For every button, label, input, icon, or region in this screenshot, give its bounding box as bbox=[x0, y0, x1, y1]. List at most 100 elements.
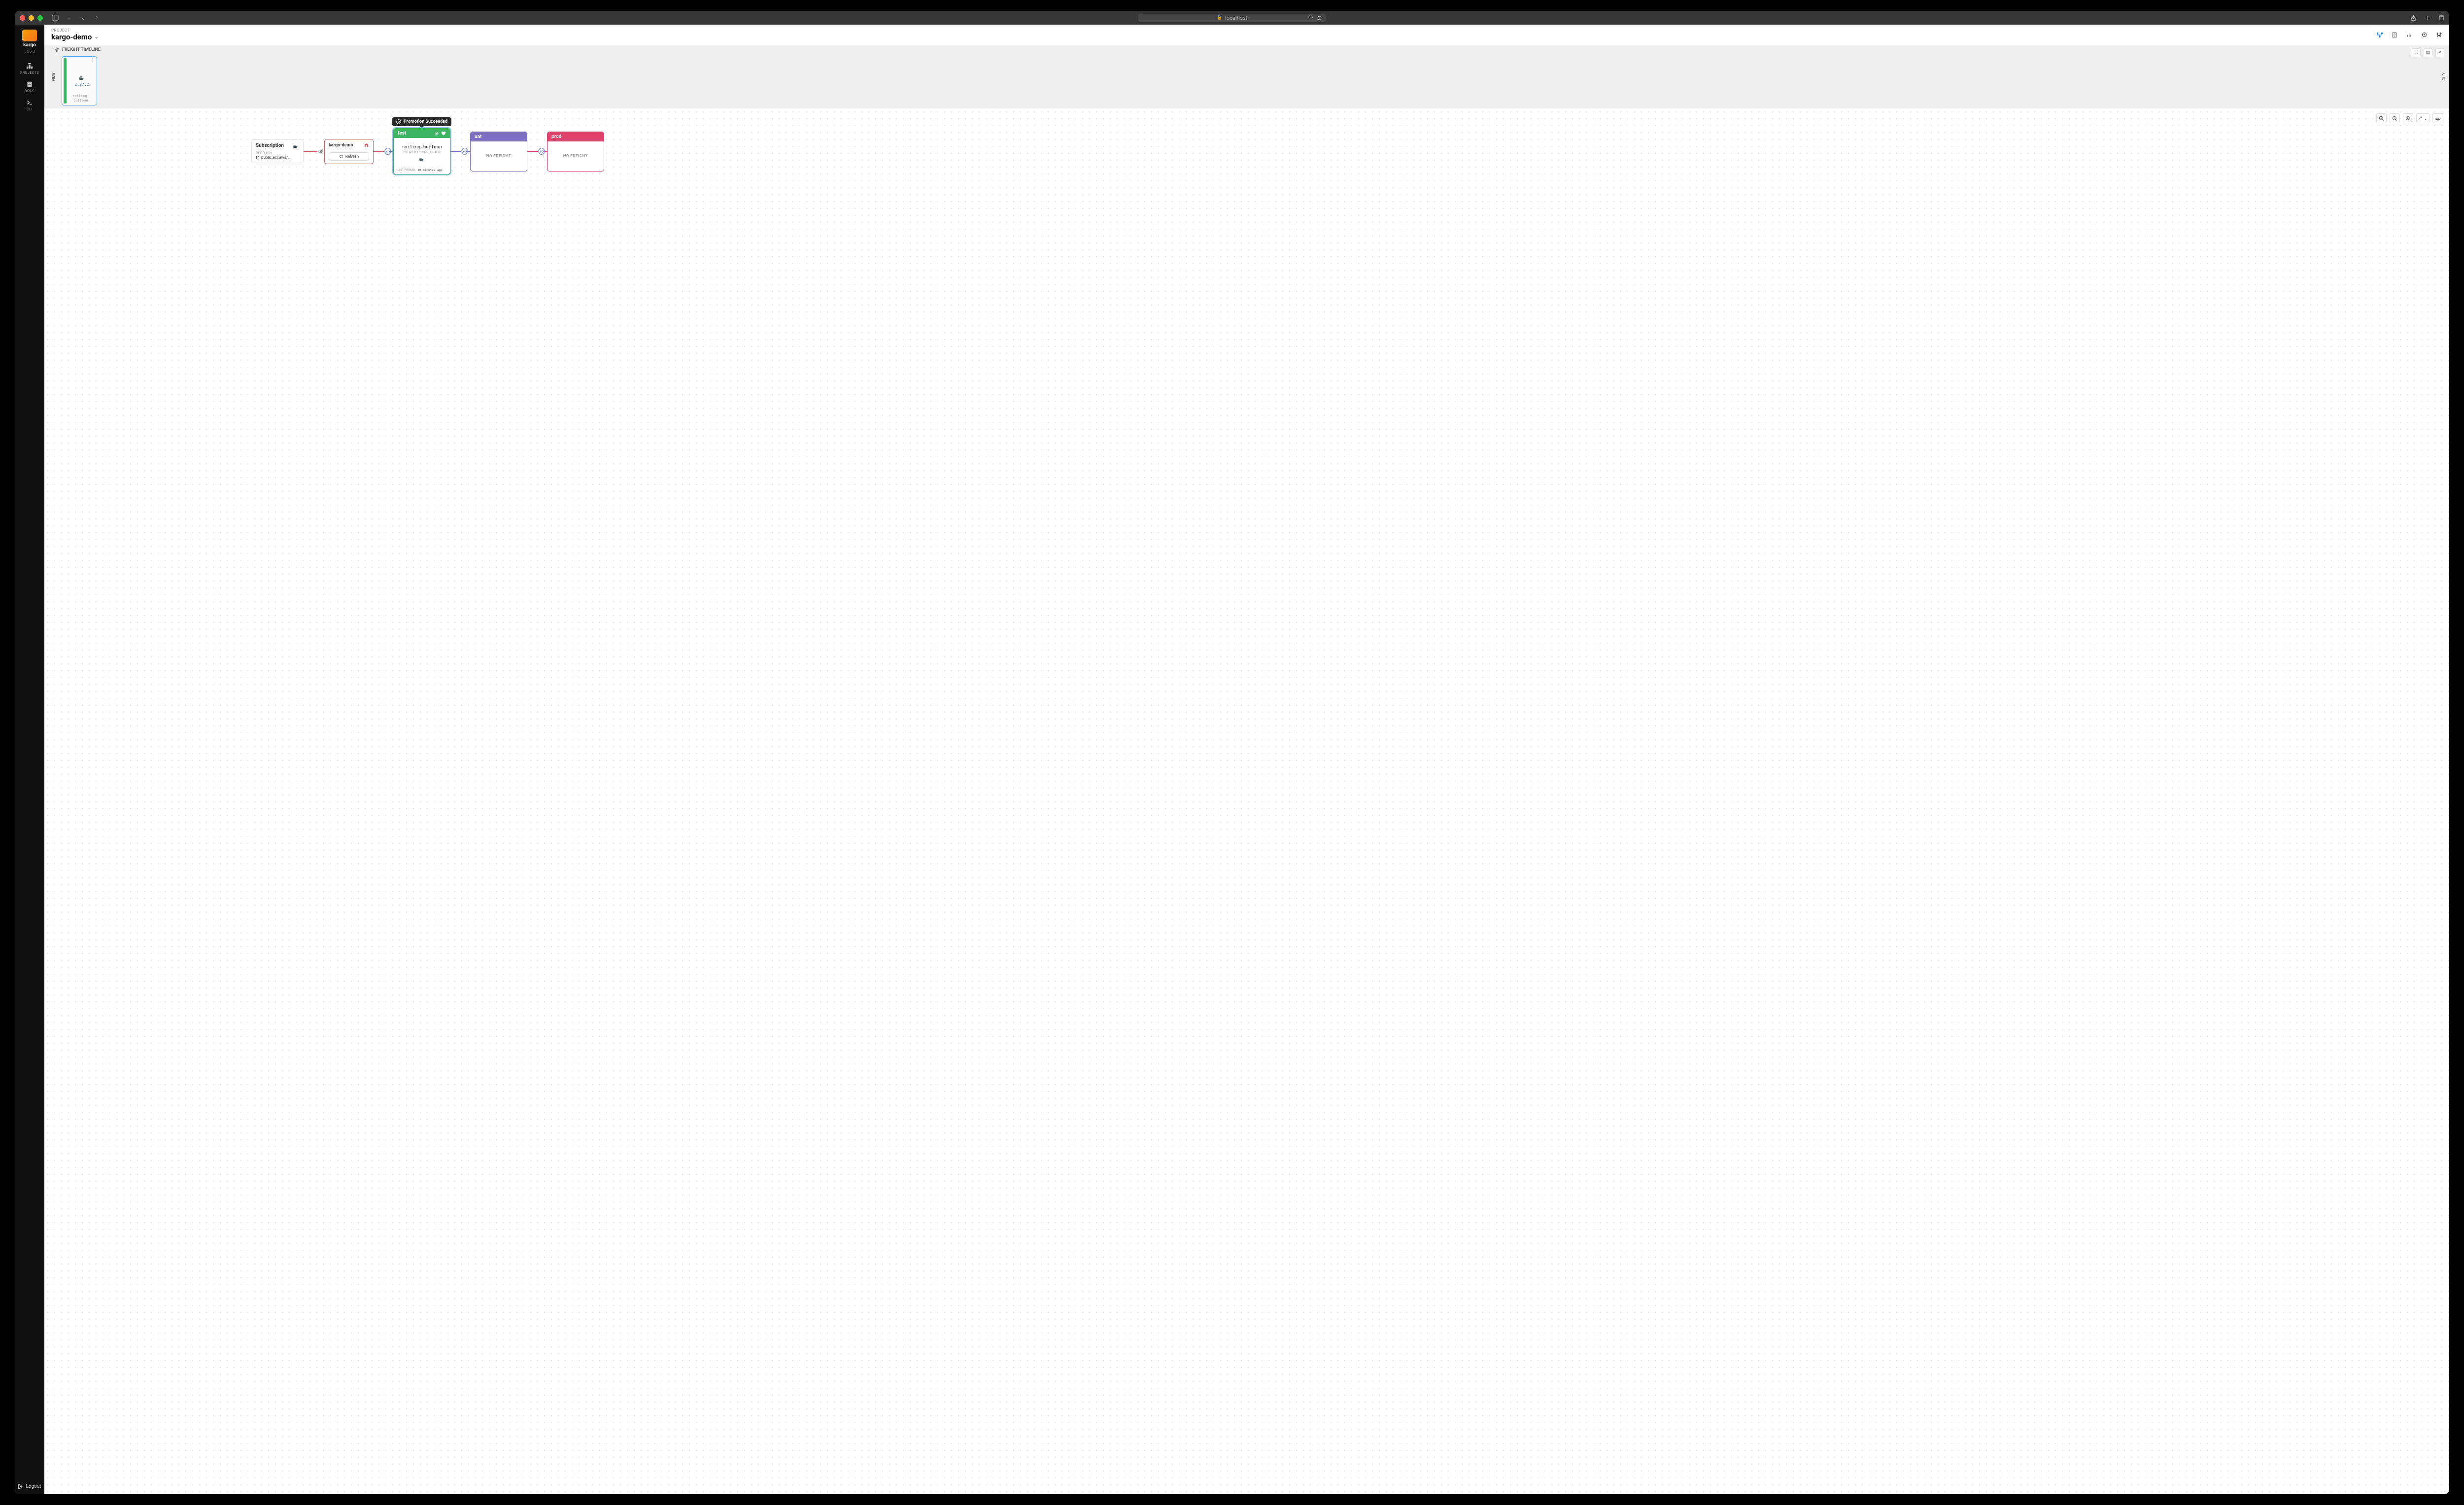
connector bbox=[304, 151, 317, 152]
promote-target[interactable] bbox=[461, 148, 468, 155]
analytics-icon[interactable] bbox=[2406, 32, 2413, 38]
check-circle-icon bbox=[396, 119, 401, 124]
page-header: PROJECT kargo-demo ⌄ bbox=[44, 25, 2449, 45]
sidebar-toggle-icon[interactable] bbox=[52, 14, 59, 21]
history-icon[interactable] bbox=[2421, 32, 2428, 38]
visibility-toggle[interactable] bbox=[317, 148, 324, 155]
timeline-title: FREIGHT TIMELINE bbox=[62, 47, 101, 52]
freight-name: roiling-buffoon bbox=[67, 94, 95, 103]
freight-timeline: FREIGHT TIMELINE NEW ⋮ 1.27.2 roiling-b bbox=[44, 45, 2449, 108]
last-promo-value: 10 minutes ago bbox=[417, 169, 443, 172]
tooltip-text: Promotion Succeeded bbox=[404, 119, 447, 124]
project-name: kargo-demo bbox=[51, 33, 92, 41]
refresh-icon bbox=[339, 154, 343, 159]
maximize-window-button[interactable] bbox=[37, 15, 43, 21]
timeline-icon bbox=[54, 47, 59, 52]
toggle-images-button[interactable] bbox=[2432, 113, 2444, 123]
product-logo[interactable]: kargo bbox=[20, 29, 39, 48]
timeline-collapse-button[interactable]: ▤ bbox=[2424, 48, 2432, 57]
repo-url-link[interactable]: public.ecr.aws/… bbox=[256, 155, 299, 160]
stage-test[interactable]: Promotion Succeeded test bbox=[393, 128, 450, 174]
external-link-icon bbox=[256, 156, 260, 160]
project-selector[interactable]: kargo-demo ⌄ bbox=[51, 33, 99, 41]
close-window-button[interactable] bbox=[20, 15, 25, 21]
window-controls bbox=[20, 15, 43, 21]
timeline-old-label: OLD bbox=[2442, 73, 2446, 80]
warehouse-node[interactable]: kargo-demo Refresh bbox=[324, 139, 374, 164]
freight-card[interactable]: ⋮ 1.27.2 roiling-buffoon bbox=[62, 56, 97, 105]
timeline-controls: ⛶ ▤ ✕ bbox=[2412, 48, 2444, 57]
promotion-tooltip: Promotion Succeeded bbox=[392, 117, 451, 126]
no-freight-label: NO FREIGHT bbox=[563, 154, 588, 158]
kargo-logo-icon bbox=[22, 30, 37, 41]
connector bbox=[527, 151, 538, 152]
minimize-window-button[interactable] bbox=[29, 15, 34, 21]
timeline-filter-button[interactable]: ✕ bbox=[2435, 48, 2444, 57]
timeline-new-label: NEW bbox=[51, 72, 56, 81]
repo-url-label: REPO URL bbox=[256, 151, 299, 155]
pipeline-view-icon[interactable] bbox=[2376, 32, 2383, 38]
stage-name: uat bbox=[475, 134, 481, 139]
nav-cli[interactable]: CLI bbox=[17, 96, 42, 114]
fit-view-button[interactable] bbox=[2403, 113, 2413, 123]
nav-forward-icon[interactable] bbox=[93, 14, 100, 21]
stage-freight-name: roiling-buffoon bbox=[402, 145, 442, 150]
stage-uat[interactable]: uat NO FREIGHT bbox=[470, 132, 527, 171]
no-freight-label: NO FREIGHT bbox=[486, 154, 511, 158]
timeline-expand-button[interactable]: ⛶ bbox=[2412, 48, 2421, 57]
docker-icon bbox=[78, 75, 85, 80]
settings-icon[interactable] bbox=[2435, 32, 2442, 38]
repo-url-text: public.ecr.aws/… bbox=[261, 155, 291, 160]
chevron-down-icon: ⌄ bbox=[94, 34, 98, 40]
heart-icon bbox=[441, 131, 446, 136]
app-window: ⌄ 🔒 localhost ᴳᴬ bbox=[15, 11, 2449, 1494]
pipeline-canvas[interactable]: ↗⌄ Subscription bbox=[44, 108, 2449, 1494]
header-actions bbox=[2376, 32, 2442, 38]
connector bbox=[450, 151, 461, 152]
last-promo-label: LAST PROMO: bbox=[397, 169, 415, 172]
timeline-title-row: FREIGHT TIMELINE bbox=[54, 47, 101, 52]
nav-projects[interactable]: PROJECTS bbox=[17, 60, 42, 78]
terminal-icon bbox=[26, 99, 33, 106]
promote-target[interactable] bbox=[538, 148, 545, 155]
main-content: PROJECT kargo-demo ⌄ bbox=[44, 25, 2449, 1494]
share-icon[interactable] bbox=[2410, 14, 2417, 21]
zoom-out-button[interactable] bbox=[2390, 113, 2400, 123]
zoom-level-dropdown[interactable]: ↗⌄ bbox=[2416, 113, 2430, 123]
product-name: kargo bbox=[23, 42, 36, 48]
version-label: v1.0.3 bbox=[24, 49, 35, 54]
tabs-icon[interactable] bbox=[2437, 14, 2444, 21]
nav-back-icon[interactable] bbox=[79, 14, 86, 21]
nav-docs[interactable]: DOCS bbox=[17, 78, 42, 96]
reload-icon[interactable] bbox=[1317, 15, 1322, 21]
docker-icon bbox=[292, 143, 299, 148]
freight-version: 1.27.2 bbox=[75, 82, 89, 87]
check-icon bbox=[434, 131, 439, 136]
list-view-icon[interactable] bbox=[2391, 32, 2398, 38]
left-sidebar: kargo v1.0.3 PROJECTS DOCS CLI bbox=[15, 25, 44, 1494]
logout-icon bbox=[18, 1484, 23, 1489]
url-host: localhost bbox=[1225, 15, 1247, 21]
subscription-node[interactable]: Subscription REPO URL public.ecr.a bbox=[251, 139, 304, 163]
projects-icon bbox=[26, 63, 34, 69]
canvas-controls: ↗⌄ bbox=[2376, 113, 2444, 123]
warehouse-name: kargo-demo bbox=[329, 143, 353, 148]
promote-target[interactable] bbox=[384, 148, 391, 155]
new-tab-icon[interactable] bbox=[2424, 14, 2430, 21]
docker-icon bbox=[418, 156, 425, 161]
stage-name: test bbox=[398, 131, 406, 136]
url-bar[interactable]: 🔒 localhost ᴳᴬ bbox=[1138, 14, 1326, 22]
titlebar: ⌄ 🔒 localhost ᴳᴬ bbox=[15, 11, 2449, 25]
refresh-button[interactable]: Refresh bbox=[329, 152, 369, 161]
zoom-in-button[interactable] bbox=[2376, 113, 2387, 123]
stage-prod[interactable]: prod NO FREIGHT bbox=[547, 132, 604, 171]
subscription-title: Subscription bbox=[256, 143, 284, 148]
pipeline-graph: Subscription REPO URL public.ecr.a bbox=[251, 128, 604, 174]
reader-icon[interactable]: ᴳᴬ bbox=[1308, 15, 1313, 21]
stage-freight-created: CREATED 17 MINUTES AGO bbox=[404, 151, 440, 154]
logout-button[interactable]: Logout bbox=[15, 1484, 44, 1489]
connector bbox=[374, 151, 384, 152]
docs-icon bbox=[26, 81, 33, 88]
freight-card-menu-icon[interactable]: ⋮ bbox=[90, 58, 95, 63]
chevron-down-icon[interactable]: ⌄ bbox=[66, 14, 72, 21]
